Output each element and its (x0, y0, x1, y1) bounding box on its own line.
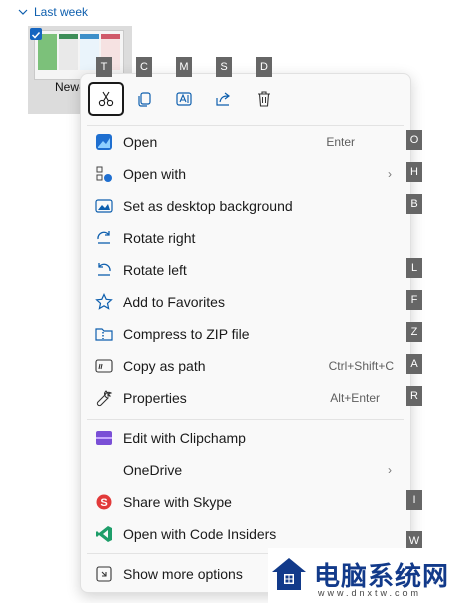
access-key-rotate-left: L (406, 258, 422, 278)
access-key-add-favorites: F (406, 290, 422, 310)
clipchamp-icon (96, 431, 112, 445)
copy-icon (138, 92, 151, 107)
show-more-icon (96, 566, 112, 582)
rotate-left-icon (98, 263, 111, 276)
chevron-right-icon: › (388, 167, 392, 181)
menu-item-copy-path[interactable]: Copy as path Ctrl+Shift+C (81, 351, 410, 381)
access-key-delete: D (256, 57, 272, 77)
context-toolbar (81, 74, 410, 124)
wrench-icon (96, 390, 113, 407)
copy-button[interactable] (126, 82, 162, 116)
access-key-properties: R (406, 386, 422, 406)
menu-item-open[interactable]: Open Enter (81, 127, 410, 157)
trash-icon (258, 91, 270, 107)
access-key-open: O (406, 130, 422, 150)
vscode-insiders-icon (96, 526, 112, 542)
chevron-right-icon: › (388, 463, 392, 477)
photo-app-icon (96, 134, 112, 150)
access-key-rename: M (176, 57, 192, 77)
menu-separator (87, 125, 404, 126)
rename-icon (176, 92, 192, 106)
share-button[interactable] (206, 82, 242, 116)
menu-item-add-favorites[interactable]: Add to Favorites (81, 287, 410, 317)
cut-button[interactable] (88, 82, 124, 116)
open-with-icon (96, 166, 112, 182)
menu-item-rotate-left[interactable]: Rotate left (81, 255, 410, 285)
desktop-background-icon (95, 199, 113, 213)
menu-item-share-skype[interactable]: S Share with Skype (81, 487, 410, 517)
access-key-share: S (216, 57, 232, 77)
check-icon (31, 31, 41, 39)
menu-item-code-insiders[interactable]: Open with Code Insiders (81, 519, 410, 549)
menu-item-compress-zip[interactable]: Compress to ZIP file (81, 319, 410, 349)
group-label: Last week (34, 5, 89, 19)
group-header-last-week[interactable]: Last week (18, 5, 88, 19)
skype-icon: S (96, 494, 112, 510)
access-key-cut: T (96, 57, 112, 77)
star-icon (95, 293, 113, 310)
access-key-share-skype: I (406, 490, 422, 510)
share-icon (216, 92, 230, 106)
selection-checkbox[interactable] (30, 28, 42, 40)
scissors-icon (98, 91, 114, 107)
rotate-right-icon (97, 231, 110, 244)
rename-button[interactable] (166, 82, 202, 116)
access-key-set-background: B (406, 194, 422, 214)
svg-text:S: S (100, 497, 107, 509)
house-logo-icon (272, 558, 306, 590)
menu-item-edit-clipchamp[interactable]: Edit with Clipchamp (81, 423, 410, 453)
zip-folder-icon (95, 328, 113, 341)
menu-item-properties[interactable]: Properties Alt+Enter (81, 383, 410, 413)
menu-item-onedrive[interactable]: OneDrive › (81, 455, 410, 485)
menu-item-rotate-right[interactable]: Rotate right (81, 223, 410, 253)
watermark: 电脑系统网 www.dnxtw.com (268, 548, 452, 603)
menu-item-open-with[interactable]: Open with › (81, 159, 410, 189)
menu-separator (87, 419, 404, 420)
delete-button[interactable] (246, 82, 282, 116)
access-key-open-with: H (406, 162, 422, 182)
menu-item-set-background[interactable]: Set as desktop background (81, 191, 410, 221)
access-key-copy: C (136, 57, 152, 77)
context-menu: Open Enter Open with › Set as desktop ba… (80, 73, 411, 593)
copy-path-icon (95, 359, 113, 373)
chevron-down-icon (18, 9, 28, 15)
access-key-copy-path: A (406, 354, 422, 374)
access-key-compress: Z (406, 322, 422, 342)
watermark-url: www.dnxtw.com (318, 588, 422, 598)
